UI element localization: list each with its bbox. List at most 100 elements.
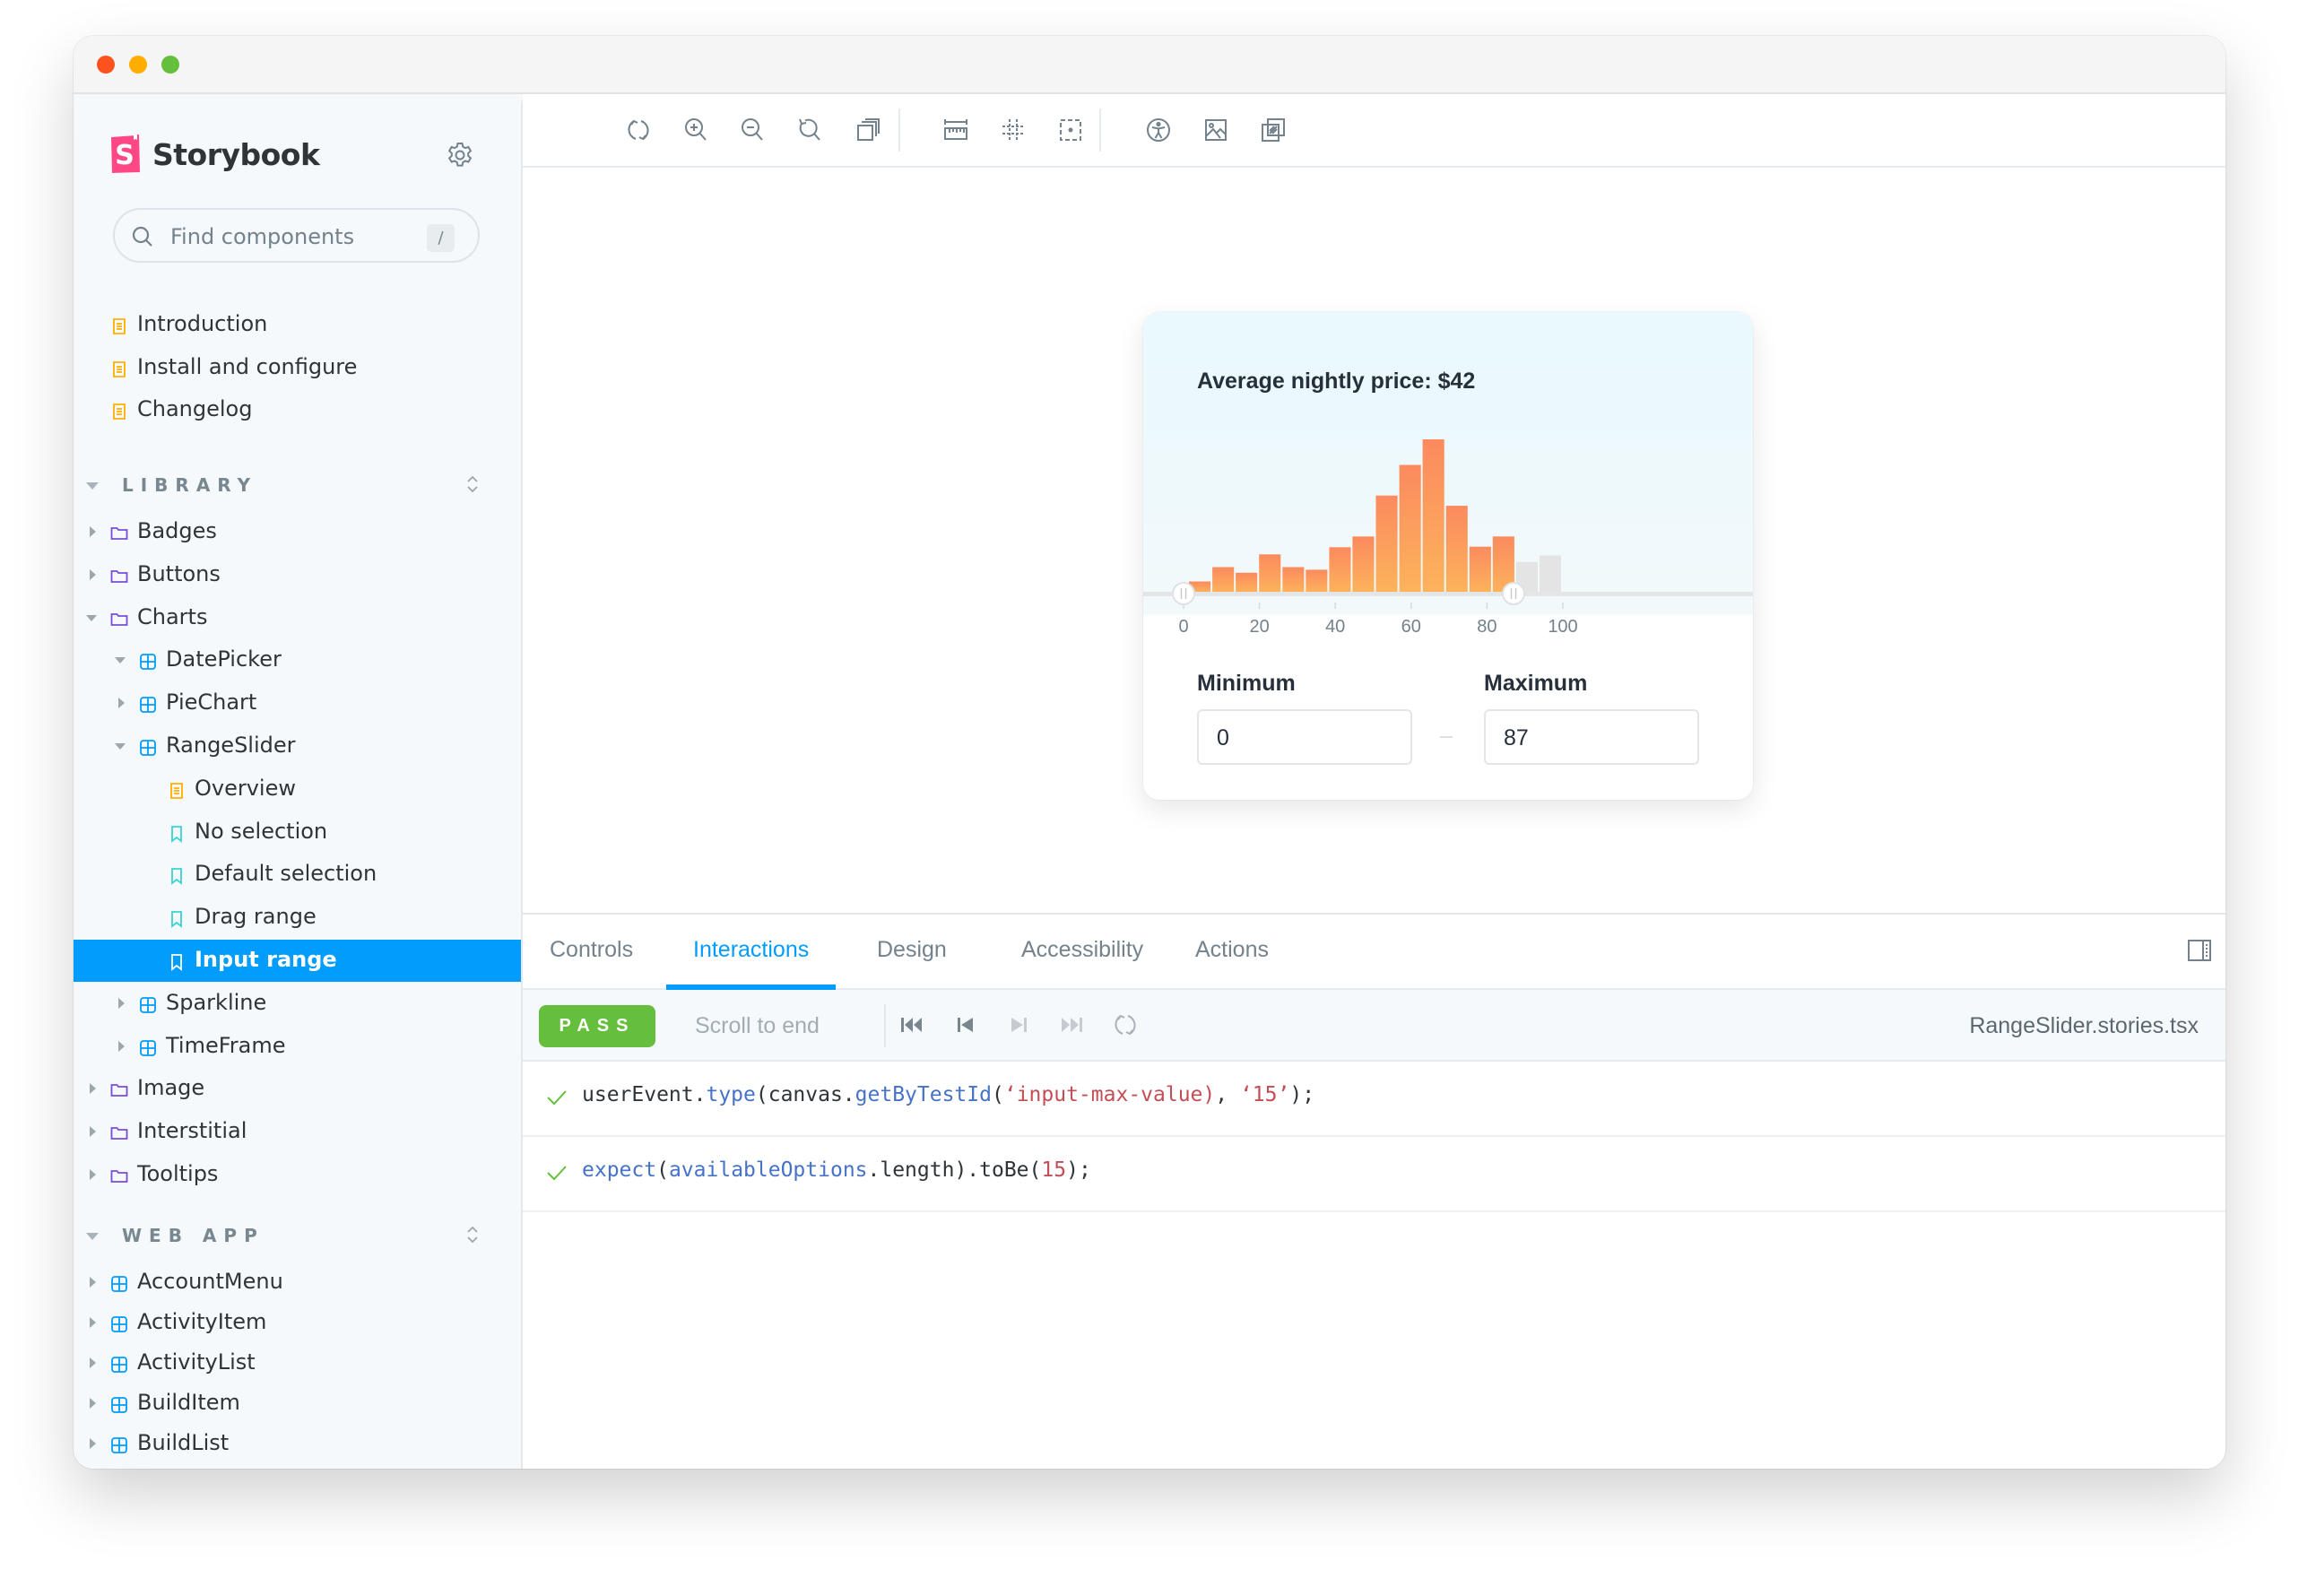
maximum-input[interactable] <box>1502 722 1685 754</box>
grid-button[interactable] <box>998 115 1028 145</box>
histogram-bar <box>1422 439 1444 593</box>
sidebar-item-buttons[interactable]: Buttons <box>74 554 521 596</box>
sidebar-item-builditem[interactable]: BuildItem <box>74 1383 521 1425</box>
reload-button[interactable] <box>623 115 654 145</box>
chevron-down-icon[interactable] <box>86 614 97 621</box>
chevron-down-icon[interactable] <box>115 743 126 750</box>
sidebar-item-activitylist[interactable]: ActivityList <box>74 1342 521 1384</box>
component-icon <box>139 1037 157 1056</box>
component-icon <box>139 994 157 1013</box>
minimum-input[interactable] <box>1215 722 1398 754</box>
sidebar-item-label: Interstitial <box>137 1118 247 1144</box>
sidebar-item-accountmenu[interactable]: AccountMenu <box>74 1262 521 1304</box>
measure-button[interactable] <box>941 115 971 145</box>
sidebar-item-badges[interactable]: Badges <box>74 511 521 553</box>
accessibility-button[interactable] <box>1143 115 1174 145</box>
range-min-handle[interactable] <box>1172 582 1195 605</box>
sidebar-item-label: AccountMenu <box>137 1269 283 1294</box>
expand-collapse-icon[interactable] <box>466 473 479 495</box>
chevron-down-icon[interactable] <box>86 482 99 490</box>
go-back-icon[interactable] <box>951 1011 980 1039</box>
sidebar-item-interstitial[interactable]: Interstitial <box>74 1111 521 1153</box>
scroll-to-end-button[interactable]: Scroll to end <box>695 1005 820 1047</box>
transparency-button[interactable] <box>1258 115 1288 145</box>
chevron-right-icon[interactable] <box>118 698 125 709</box>
chevron-down-icon[interactable] <box>86 1233 99 1240</box>
interaction-step[interactable]: userEvent.type(canvas.getByTestId(‘input… <box>523 1062 2225 1137</box>
settings-gear-icon[interactable] <box>446 141 474 169</box>
chevron-right-icon[interactable] <box>90 1398 96 1409</box>
tab-actions[interactable]: Actions <box>1195 915 1269 988</box>
component-icon <box>139 694 157 714</box>
zoom-window-button[interactable] <box>161 56 179 74</box>
chevron-down-icon[interactable] <box>115 657 126 664</box>
range-slider-card: 0 20 40 60 80 100 Average nightly price: $42 … <box>1143 312 1753 800</box>
sidebar-item-no-selection[interactable]: No selection <box>74 811 521 854</box>
sidebar-item-activityitem[interactable]: ActivityItem <box>74 1302 521 1344</box>
close-window-button[interactable] <box>97 56 115 74</box>
addons-tabs: Controls Interactions Design Accessibili… <box>523 915 2225 990</box>
chevron-right-icon[interactable] <box>90 1317 96 1328</box>
sidebar-item-default-selection[interactable]: Default selection <box>74 854 521 896</box>
sidebar-item-label: PieChart <box>166 690 257 716</box>
image-button[interactable] <box>1201 115 1231 145</box>
sidebar-item-changelog[interactable]: Changelog <box>74 389 521 431</box>
sidebar-item-piechart[interactable]: PieChart <box>74 682 521 724</box>
sidebar-item-tooltips[interactable]: Tooltips <box>74 1154 521 1196</box>
zoom-in-button[interactable] <box>681 115 711 145</box>
chevron-right-icon[interactable] <box>90 1083 96 1095</box>
search-box[interactable]: / <box>113 208 480 263</box>
interaction-step[interactable]: expect(availableOptions.length).toBe(15)… <box>523 1137 2225 1212</box>
sidebar-item-charts[interactable]: Charts <box>74 597 521 639</box>
chevron-right-icon[interactable] <box>90 1357 96 1368</box>
maximum-field[interactable] <box>1484 709 1699 765</box>
maximum-label: Maximum <box>1484 671 1588 696</box>
sidebar-item-introduction[interactable]: Introduction <box>74 304 521 346</box>
expand-collapse-icon[interactable] <box>466 1224 479 1245</box>
go-forward-icon[interactable] <box>1004 1011 1033 1039</box>
range-max-handle[interactable] <box>1502 582 1526 605</box>
sidebar-item-datepicker[interactable]: DatePicker <box>74 639 521 681</box>
check-icon <box>547 1090 567 1106</box>
chevron-right-icon[interactable] <box>118 997 125 1009</box>
tab-accessibility[interactable]: Accessibility <box>1021 915 1143 988</box>
zoom-reset-button[interactable] <box>794 115 825 145</box>
code-token: type <box>706 1083 756 1106</box>
sidebar-item-image[interactable]: Image <box>74 1068 521 1110</box>
outline-button[interactable] <box>1055 115 1086 145</box>
background-button[interactable] <box>853 115 883 145</box>
minimum-field[interactable] <box>1197 709 1412 765</box>
rerun-icon[interactable] <box>1111 1011 1140 1039</box>
chevron-right-icon[interactable] <box>90 1277 96 1288</box>
go-to-start-icon[interactable] <box>898 1011 926 1039</box>
minimize-window-button[interactable] <box>129 56 147 74</box>
sidebar-item-overview[interactable]: Overview <box>74 768 521 811</box>
sidebar-section-web-app[interactable]: WEB APP <box>74 1219 521 1254</box>
go-to-end-icon[interactable] <box>1057 1011 1086 1039</box>
chevron-right-icon[interactable] <box>90 1126 96 1138</box>
chevron-right-icon[interactable] <box>118 1040 125 1052</box>
sidebar-item-drag-range[interactable]: Drag range <box>74 897 521 939</box>
tab-controls[interactable]: Controls <box>550 915 633 988</box>
sidebar-item-install-and-configure[interactable]: Install and configure <box>74 347 521 389</box>
chevron-right-icon[interactable] <box>90 568 96 580</box>
code-token: expect <box>582 1158 657 1182</box>
panel-orientation-icon[interactable] <box>2185 936 2214 965</box>
sidebar-item-timeframe[interactable]: TimeFrame <box>74 1026 521 1068</box>
chevron-right-icon[interactable] <box>90 1169 96 1180</box>
zoom-out-button[interactable] <box>737 115 768 145</box>
folder-icon <box>110 609 128 627</box>
chevron-right-icon[interactable] <box>90 526 96 537</box>
sidebar-item-sparkline[interactable]: Sparkline <box>74 983 521 1025</box>
search-input[interactable] <box>169 219 414 255</box>
sidebar-item-rangeslider[interactable]: RangeSlider <box>74 725 521 768</box>
tab-design[interactable]: Design <box>877 915 947 988</box>
tab-interactions[interactable]: Interactions <box>665 915 837 990</box>
sidebar-item-buildlist[interactable]: BuildList <box>74 1423 521 1465</box>
sidebar-item-input-range[interactable]: Input range <box>74 940 521 982</box>
addons-panel: Controls Interactions Design Accessibili… <box>523 913 2225 1469</box>
sidebar-section-library[interactable]: LIBRARY <box>74 468 521 504</box>
check-icon <box>547 1166 567 1181</box>
chevron-right-icon[interactable] <box>90 1438 96 1449</box>
sidebar-item-label: Changelog <box>137 396 253 421</box>
